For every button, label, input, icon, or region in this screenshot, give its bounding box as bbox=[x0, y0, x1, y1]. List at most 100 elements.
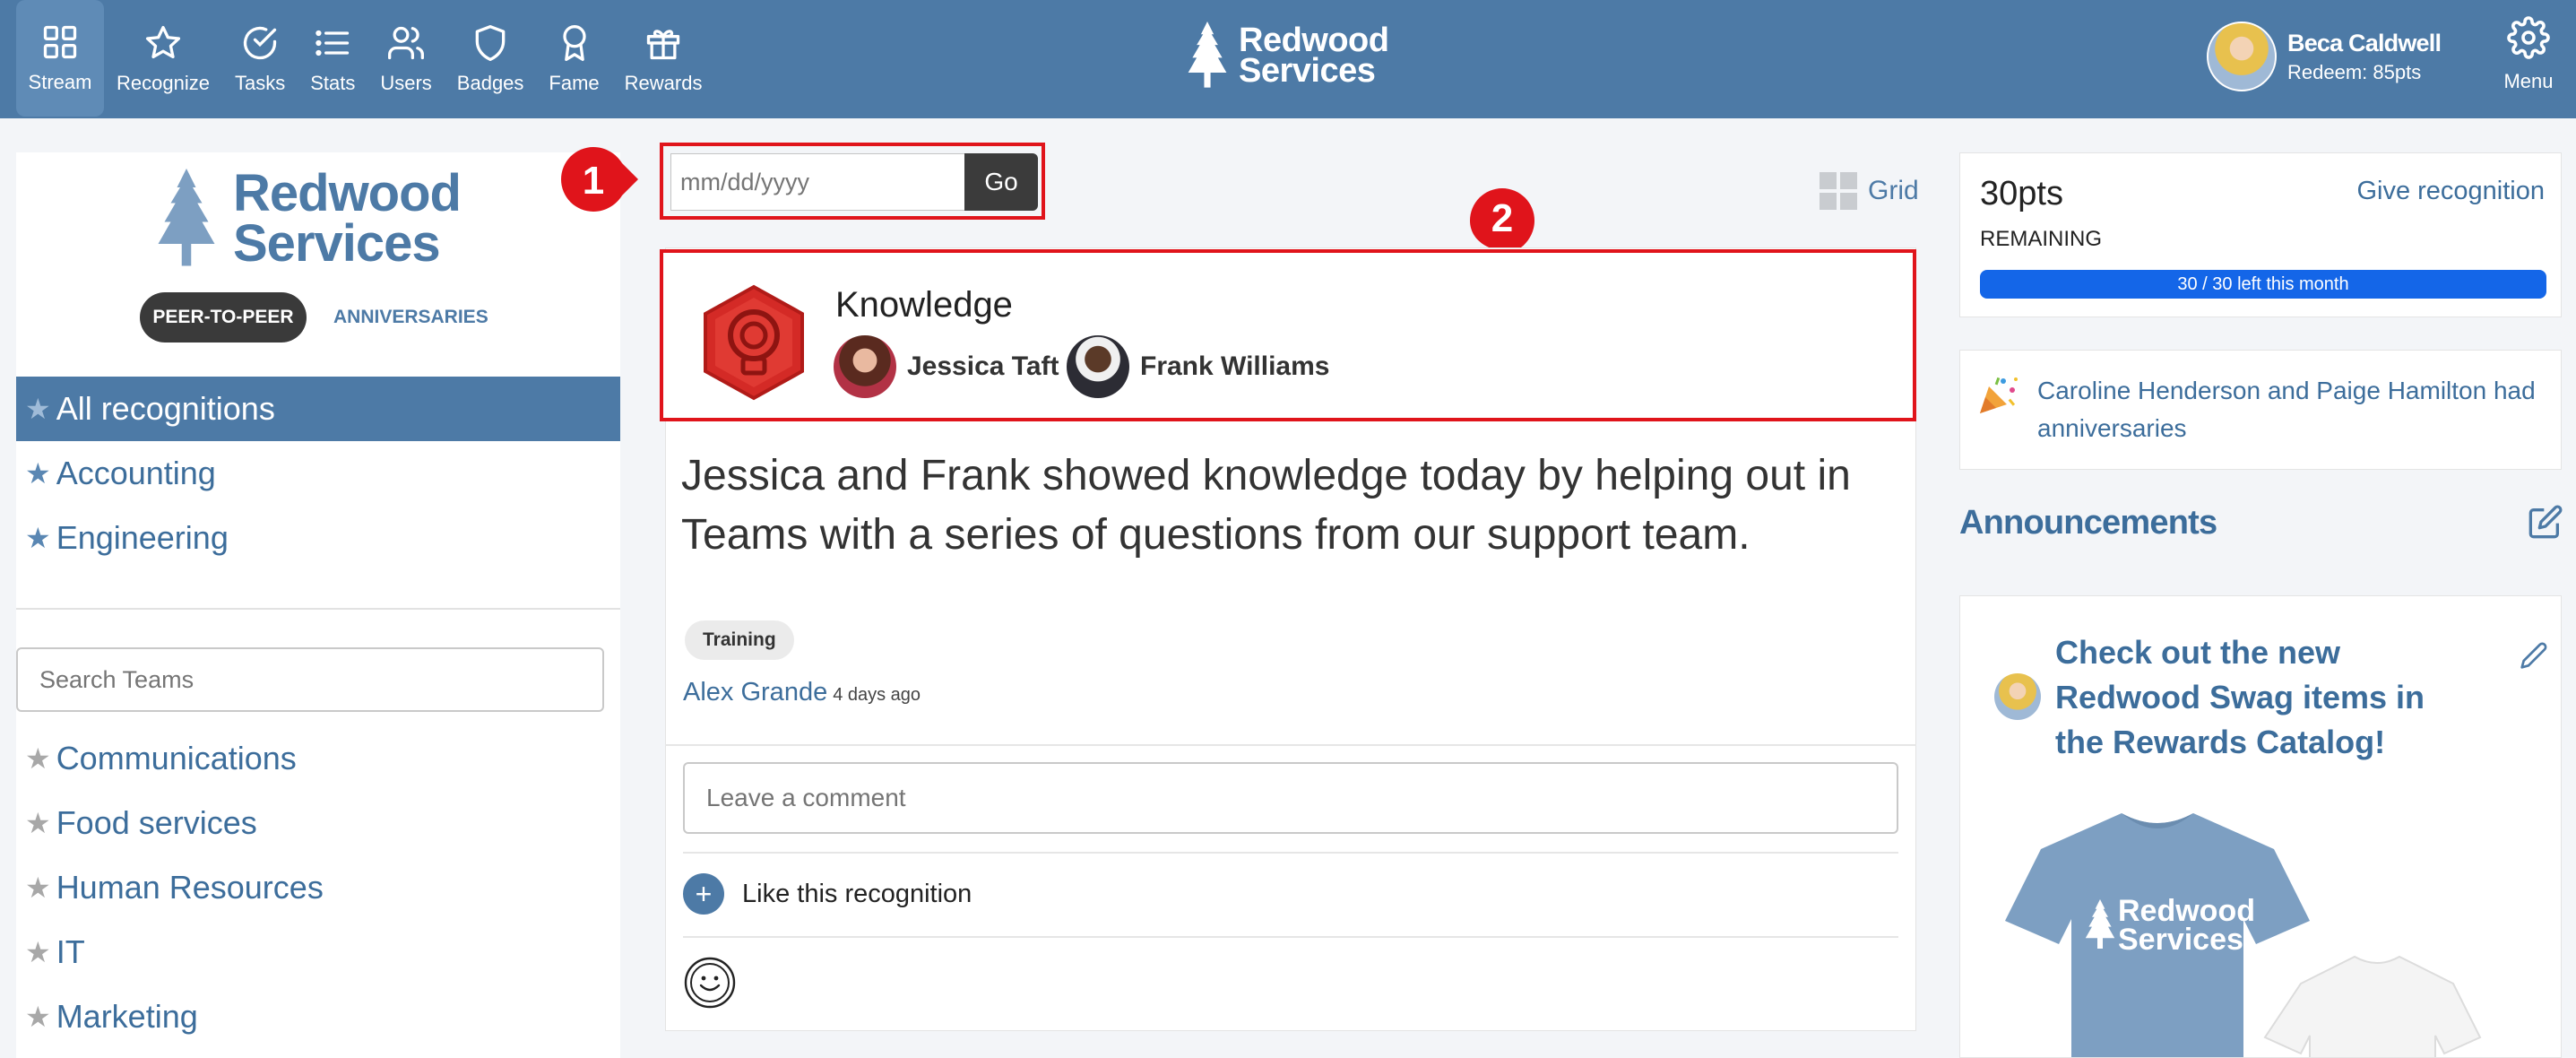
divider bbox=[683, 936, 1898, 938]
points-amount: 30pts bbox=[1980, 175, 2063, 212]
time-ago: 4 days ago bbox=[833, 685, 921, 705]
star-icon: ★ bbox=[25, 522, 51, 554]
nav-fame[interactable]: Fame bbox=[536, 0, 611, 118]
star-icon bbox=[145, 25, 181, 59]
nav-stream[interactable]: Stream bbox=[16, 0, 104, 117]
star-icon: ★ bbox=[25, 872, 51, 904]
anniversary-text[interactable]: Caroline Henderson and Paige Hamilton ha… bbox=[2037, 372, 2548, 447]
nav-tasks[interactable]: Tasks bbox=[222, 0, 298, 118]
filter-engineering[interactable]: ★ Engineering bbox=[16, 506, 620, 570]
grid-label: Grid bbox=[1868, 176, 1919, 205]
tag-training[interactable]: Training bbox=[685, 620, 794, 660]
give-recognition-link[interactable]: Give recognition bbox=[2356, 177, 2545, 206]
nav-label: Recognize bbox=[117, 72, 210, 94]
date-input[interactable] bbox=[670, 153, 968, 211]
announcements-title: Announcements bbox=[1959, 504, 2217, 542]
callout-marker-1: 1 bbox=[558, 140, 640, 222]
recipient-name: Jessica Taft bbox=[907, 351, 1059, 381]
like-button[interactable]: + Like this recognition bbox=[683, 873, 972, 915]
recipient-jessica[interactable]: Jessica Taft bbox=[834, 335, 1059, 398]
user-redeem: Redeem: 85pts bbox=[2287, 60, 2422, 83]
filter-accounting[interactable]: ★ Accounting bbox=[16, 441, 620, 506]
brand-logo[interactable]: Redwood Services bbox=[1185, 22, 1389, 90]
progress-label: 30 / 30 left this month bbox=[2177, 273, 2349, 294]
anniversary-card: Caroline Henderson and Paige Hamilton ha… bbox=[1959, 350, 2562, 470]
menu-label: Menu bbox=[2503, 70, 2554, 92]
users-icon bbox=[388, 26, 425, 60]
nav-label: Stream bbox=[28, 71, 92, 93]
list-icon bbox=[316, 30, 350, 56]
star-icon: ★ bbox=[25, 457, 51, 490]
team-human-resources[interactable]: ★ Human Resources bbox=[16, 855, 620, 920]
filter-label: Accounting bbox=[56, 455, 216, 491]
plus-icon: + bbox=[683, 873, 724, 915]
team-label: Human Resources bbox=[56, 869, 324, 906]
points-progress-bar: 30 / 30 left this month bbox=[1980, 270, 2546, 299]
edit-icon[interactable] bbox=[2528, 504, 2563, 540]
gear-icon bbox=[2507, 16, 2550, 59]
comment-input[interactable] bbox=[683, 762, 1898, 834]
star-icon: ★ bbox=[25, 393, 51, 425]
grid-icon bbox=[1820, 172, 1857, 210]
tab-anniversaries[interactable]: ANNIVERSARIES bbox=[333, 307, 488, 328]
star-icon: ★ bbox=[25, 742, 51, 775]
grid-view-toggle[interactable]: Grid bbox=[1820, 172, 1919, 210]
star-icon: ★ bbox=[25, 936, 51, 968]
team-it[interactable]: ★ IT bbox=[16, 920, 620, 984]
nav-label: Users bbox=[380, 72, 432, 94]
avatar bbox=[834, 335, 896, 398]
team-label: IT bbox=[56, 933, 85, 970]
filter-label: Engineering bbox=[56, 519, 229, 556]
smiley-icon[interactable] bbox=[683, 956, 737, 1010]
nav-label: Badges bbox=[456, 72, 524, 94]
menu-button[interactable]: Menu bbox=[2499, 16, 2558, 93]
award-icon bbox=[562, 25, 586, 61]
top-nav-bar: Stream Recognize Tasks Stats Users Badge… bbox=[0, 0, 2576, 118]
avatar bbox=[1994, 673, 2041, 720]
party-popper-icon bbox=[1980, 377, 2018, 413]
brand-line2: Services bbox=[233, 214, 441, 273]
nav-stats[interactable]: Stats bbox=[298, 0, 367, 118]
search-teams-input[interactable] bbox=[16, 647, 604, 712]
announcement-card[interactable]: Check out the new Redwood Swag items in … bbox=[1959, 595, 2562, 1058]
recipient-frank[interactable]: Frank Williams bbox=[1067, 335, 1329, 398]
recognition-author: Alex Grande 4 days ago bbox=[683, 678, 921, 707]
company-logo: Redwood Services bbox=[152, 164, 462, 273]
nav-label: Tasks bbox=[234, 72, 286, 94]
brand-line1: Redwood bbox=[233, 164, 462, 222]
nav-badges[interactable]: Badges bbox=[445, 0, 537, 118]
star-icon: ★ bbox=[25, 807, 51, 839]
knowledge-badge-icon bbox=[704, 284, 804, 401]
tree-icon bbox=[158, 169, 215, 266]
avatar bbox=[2207, 22, 2277, 91]
shield-icon bbox=[475, 25, 506, 61]
nav-recognize[interactable]: Recognize bbox=[104, 0, 222, 118]
points-card: 30pts Give recognition REMAINING 30 / 30… bbox=[1959, 152, 2562, 317]
team-communications[interactable]: ★ Communications bbox=[16, 726, 620, 791]
grid-icon bbox=[43, 25, 77, 59]
team-food-services[interactable]: ★ Food services bbox=[16, 791, 620, 855]
pencil-icon[interactable] bbox=[2520, 641, 2548, 670]
tshirt-image: Redwood Services bbox=[2005, 813, 2482, 1057]
go-button[interactable]: Go bbox=[964, 153, 1038, 211]
like-label: Like this recognition bbox=[742, 879, 972, 908]
announcement-title[interactable]: Check out the new Redwood Swag items in … bbox=[2055, 630, 2477, 765]
user-profile[interactable]: Beca Caldwell Redeem: 85pts bbox=[2207, 22, 2442, 91]
team-marketing[interactable]: ★ Marketing bbox=[16, 984, 620, 1049]
left-panel: Redwood Services PEER-TO-PEER ANNIVERSAR… bbox=[16, 152, 620, 1058]
nav-label: Rewards bbox=[624, 72, 703, 94]
avatar bbox=[1067, 335, 1129, 398]
brand-line1: Redwood bbox=[1239, 22, 1389, 59]
nav-label: Stats bbox=[310, 72, 356, 94]
nav-label: Fame bbox=[549, 72, 600, 94]
remaining-label: REMAINING bbox=[1980, 227, 2103, 251]
shirt-logo-line2: Services bbox=[2118, 923, 2243, 957]
filter-all-recognitions[interactable]: ★ All recognitions bbox=[16, 377, 620, 441]
tab-peer-to-peer[interactable]: PEER-TO-PEER bbox=[140, 292, 307, 343]
recognition-header: Knowledge Jessica Taft Frank Williams bbox=[660, 249, 1916, 421]
author-link[interactable]: Alex Grande bbox=[683, 678, 827, 707]
nav-rewards[interactable]: Rewards bbox=[612, 0, 715, 118]
brand-line2: Services bbox=[1239, 52, 1376, 90]
team-label: Communications bbox=[56, 740, 297, 776]
nav-users[interactable]: Users bbox=[367, 0, 444, 118]
